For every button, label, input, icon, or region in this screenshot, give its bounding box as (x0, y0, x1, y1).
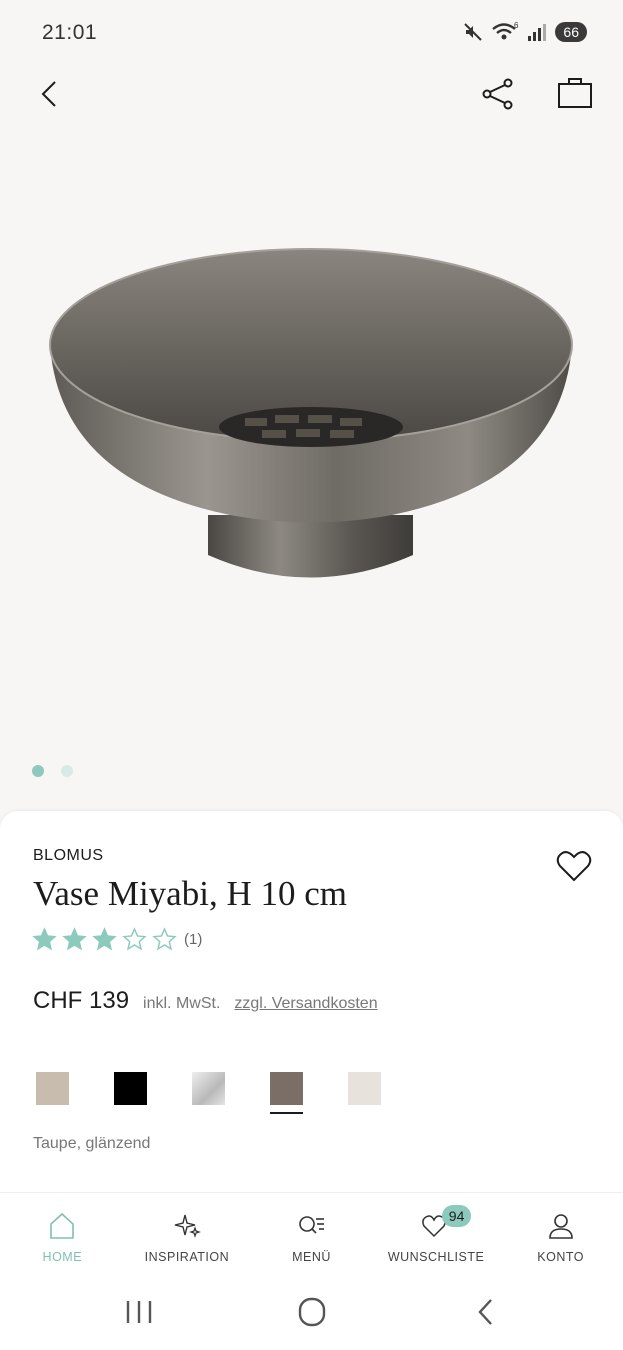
status-time: 21:01 (42, 21, 98, 44)
status-icons: 6 66 (463, 22, 587, 42)
star-filled-icon (62, 927, 87, 951)
system-navigation-bar (0, 1274, 623, 1350)
selected-color-name: Taupe, glänzend (33, 1135, 151, 1152)
home-button[interactable] (292, 1296, 332, 1328)
share-icon (482, 78, 513, 110)
nav-account[interactable]: KONTO (498, 1193, 623, 1275)
image-pagination (32, 765, 73, 777)
product-title: Vase Miyabi, H 10 cm (33, 874, 347, 913)
bottom-navigation: HOME INSPIRATION MENÜ 94 WUNSCHLISTE KON… (0, 1192, 623, 1275)
star-filled-icon (32, 927, 57, 951)
product-detail-sheet: BLOMUS Vase Miyabi, H 10 cm (1) CHF 139 … (0, 811, 623, 1211)
system-back-button[interactable] (466, 1296, 506, 1328)
product-image[interactable] (0, 130, 623, 750)
home-icon (50, 1212, 75, 1239)
star-rating (32, 927, 177, 952)
nav-label-wishlist: WUNSCHLISTE (387, 1250, 485, 1264)
nav-home[interactable]: HOME (0, 1193, 125, 1275)
color-swatch-5[interactable] (348, 1072, 381, 1105)
star-empty-icon (122, 927, 147, 951)
star-empty-icon (152, 927, 177, 951)
sparkle-icon (174, 1214, 201, 1238)
rating[interactable]: (1) (32, 927, 202, 952)
shopping-bag-button[interactable] (554, 74, 596, 114)
battery-indicator: 66 (555, 22, 587, 42)
pagination-dot-1[interactable] (32, 765, 44, 777)
price: CHF 139 (33, 987, 130, 1014)
recent-apps-icon (126, 1301, 152, 1323)
wifi-icon: 6 (492, 22, 519, 40)
signal-icon (528, 24, 547, 41)
back-button[interactable] (30, 74, 70, 114)
heart-icon (556, 851, 592, 882)
nav-inspiration[interactable]: INSPIRATION (125, 1193, 250, 1275)
brand-name[interactable]: BLOMUS (33, 847, 104, 865)
shipping-costs-link[interactable]: zzgl. Versandkosten (234, 995, 377, 1013)
bowl-vase-image (49, 248, 573, 578)
nav-menu[interactable]: MENÜ (249, 1193, 374, 1275)
nav-wishlist[interactable]: 94 WUNSCHLISTE (374, 1193, 499, 1275)
color-swatch-4[interactable] (270, 1072, 303, 1114)
shopping-bag-icon (558, 78, 592, 108)
chevron-left-icon (41, 81, 56, 107)
wishlist-count-badge: 94 (441, 1205, 472, 1227)
back-chevron-icon (478, 1299, 492, 1325)
price-row: CHF 139 inkl. MwSt. zzgl. Versandkosten (33, 987, 378, 1015)
mute-icon (464, 23, 483, 41)
rating-count: (1) (184, 931, 203, 948)
color-swatch-2[interactable] (114, 1072, 147, 1105)
add-to-wishlist-button[interactable] (556, 849, 592, 883)
menu-search-icon (299, 1216, 325, 1234)
color-swatch-3[interactable] (192, 1072, 225, 1105)
nav-label-inspiration: INSPIRATION (144, 1250, 230, 1264)
recent-apps-button[interactable] (119, 1296, 159, 1328)
svg-text:6: 6 (514, 22, 519, 30)
user-icon (548, 1214, 573, 1239)
share-button[interactable] (478, 74, 518, 114)
nav-label-account: KONTO (537, 1250, 585, 1264)
color-swatch-1[interactable] (36, 1072, 69, 1105)
status-bar: 21:01 6 66 (0, 0, 623, 68)
nav-label-menu: MENÜ (292, 1250, 331, 1264)
home-circle-icon (298, 1297, 326, 1327)
star-filled-icon (92, 927, 117, 951)
vat-note: inkl. MwSt. (143, 995, 221, 1012)
color-swatches (36, 1072, 381, 1114)
pagination-dot-2[interactable] (61, 765, 73, 777)
nav-label-home: HOME (42, 1250, 83, 1264)
